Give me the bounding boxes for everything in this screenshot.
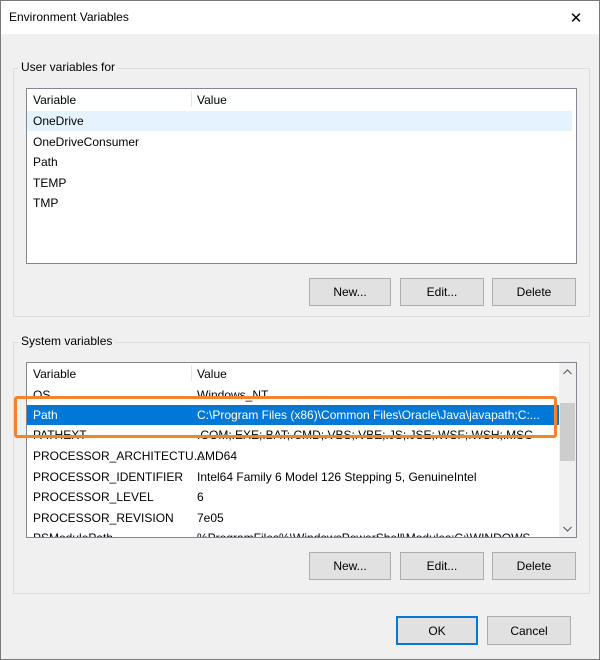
- system-variable-row[interactable]: PROCESSOR_REVISION 7e05: [27, 508, 559, 528]
- close-button[interactable]: ✕: [553, 1, 599, 34]
- variable-name: OneDriveConsumer: [33, 135, 140, 149]
- user-list-header: Variable Value: [27, 89, 576, 109]
- user-edit-button[interactable]: Edit...: [400, 278, 484, 306]
- ok-label: OK: [428, 623, 446, 638]
- system-edit-label: Edit...: [426, 559, 458, 573]
- system-header-variable[interactable]: Variable: [33, 367, 76, 381]
- user-variable-row[interactable]: TMP: [27, 193, 572, 213]
- variable-name: PROCESSOR_IDENTIFIER: [33, 470, 184, 484]
- user-variable-row[interactable]: Path: [27, 152, 572, 172]
- environment-variables-dialog: Environment Variables ✕ User variables f…: [0, 0, 600, 660]
- system-variable-row[interactable]: PROCESSOR_IDENTIFIER Intel64 Family 6 Mo…: [27, 467, 559, 487]
- header-separator[interactable]: [191, 91, 192, 107]
- chevron-up-icon: [563, 368, 572, 374]
- variable-value: 7e05: [197, 511, 224, 525]
- system-variable-row[interactable]: PROCESSOR_LEVEL 6: [27, 487, 559, 507]
- user-variable-row[interactable]: OneDrive: [27, 111, 572, 131]
- variable-value: AMD64: [197, 449, 238, 463]
- ok-button[interactable]: OK: [396, 616, 478, 645]
- variable-name: TMP: [33, 196, 59, 210]
- user-variable-row[interactable]: TEMP: [27, 173, 572, 193]
- variable-name: PSModulePath: [33, 531, 114, 538]
- variable-name: PROCESSOR_ARCHITECTU...: [33, 449, 204, 463]
- system-delete-label: Delete: [516, 559, 552, 573]
- system-variables-list[interactable]: Variable Value OS Windows_NT Path C:\Pro…: [26, 362, 577, 538]
- system-variable-row[interactable]: PROCESSOR_ARCHITECTU... AMD64: [27, 446, 559, 466]
- title-bar: Environment Variables ✕: [1, 1, 599, 34]
- user-edit-label: Edit...: [426, 285, 458, 299]
- variable-value: %ProgramFiles%\WindowsPowerShell\Modules…: [197, 531, 541, 538]
- close-icon: ✕: [569, 9, 583, 27]
- system-header-value[interactable]: Value: [197, 367, 227, 381]
- user-header-value[interactable]: Value: [197, 93, 227, 107]
- variable-name: OneDrive: [33, 114, 84, 128]
- system-delete-button[interactable]: Delete: [492, 552, 576, 580]
- scrollbar-thumb[interactable]: [560, 403, 575, 461]
- variable-value: Intel64 Family 6 Model 126 Stepping 5, G…: [197, 470, 477, 484]
- variable-name: PROCESSOR_REVISION: [33, 511, 174, 525]
- window-title: Environment Variables: [9, 10, 129, 24]
- user-new-label: New...: [333, 285, 367, 299]
- user-new-button[interactable]: New...: [309, 278, 391, 306]
- system-variable-row[interactable]: PSModulePath %ProgramFiles%\WindowsPower…: [27, 528, 559, 538]
- variable-name: PROCESSOR_LEVEL: [33, 490, 154, 504]
- variable-name: TEMP: [33, 176, 67, 190]
- cancel-button[interactable]: Cancel: [487, 616, 571, 645]
- user-variables-label: User variables for: [18, 60, 119, 74]
- scroll-up-button[interactable]: [559, 363, 576, 380]
- user-delete-button[interactable]: Delete: [492, 278, 576, 306]
- user-variables-list[interactable]: Variable Value OneDrive OneDriveConsumer…: [26, 88, 577, 264]
- system-new-label: New...: [333, 559, 367, 573]
- variable-name: Path: [33, 155, 58, 169]
- system-list-scrollbar[interactable]: [559, 363, 576, 537]
- cancel-label: Cancel: [510, 623, 548, 638]
- user-delete-label: Delete: [516, 285, 552, 299]
- scroll-down-button[interactable]: [559, 520, 576, 537]
- annotation-highlight-box: [14, 396, 557, 438]
- header-separator[interactable]: [191, 365, 192, 381]
- system-edit-button[interactable]: Edit...: [400, 552, 484, 580]
- system-new-button[interactable]: New...: [309, 552, 391, 580]
- system-list-header: Variable Value: [27, 363, 576, 383]
- chevron-down-icon: [563, 526, 572, 532]
- system-variables-label: System variables: [18, 334, 116, 348]
- user-header-variable[interactable]: Variable: [33, 93, 76, 107]
- user-variable-row[interactable]: OneDriveConsumer: [27, 132, 572, 152]
- variable-value: 6: [197, 490, 204, 504]
